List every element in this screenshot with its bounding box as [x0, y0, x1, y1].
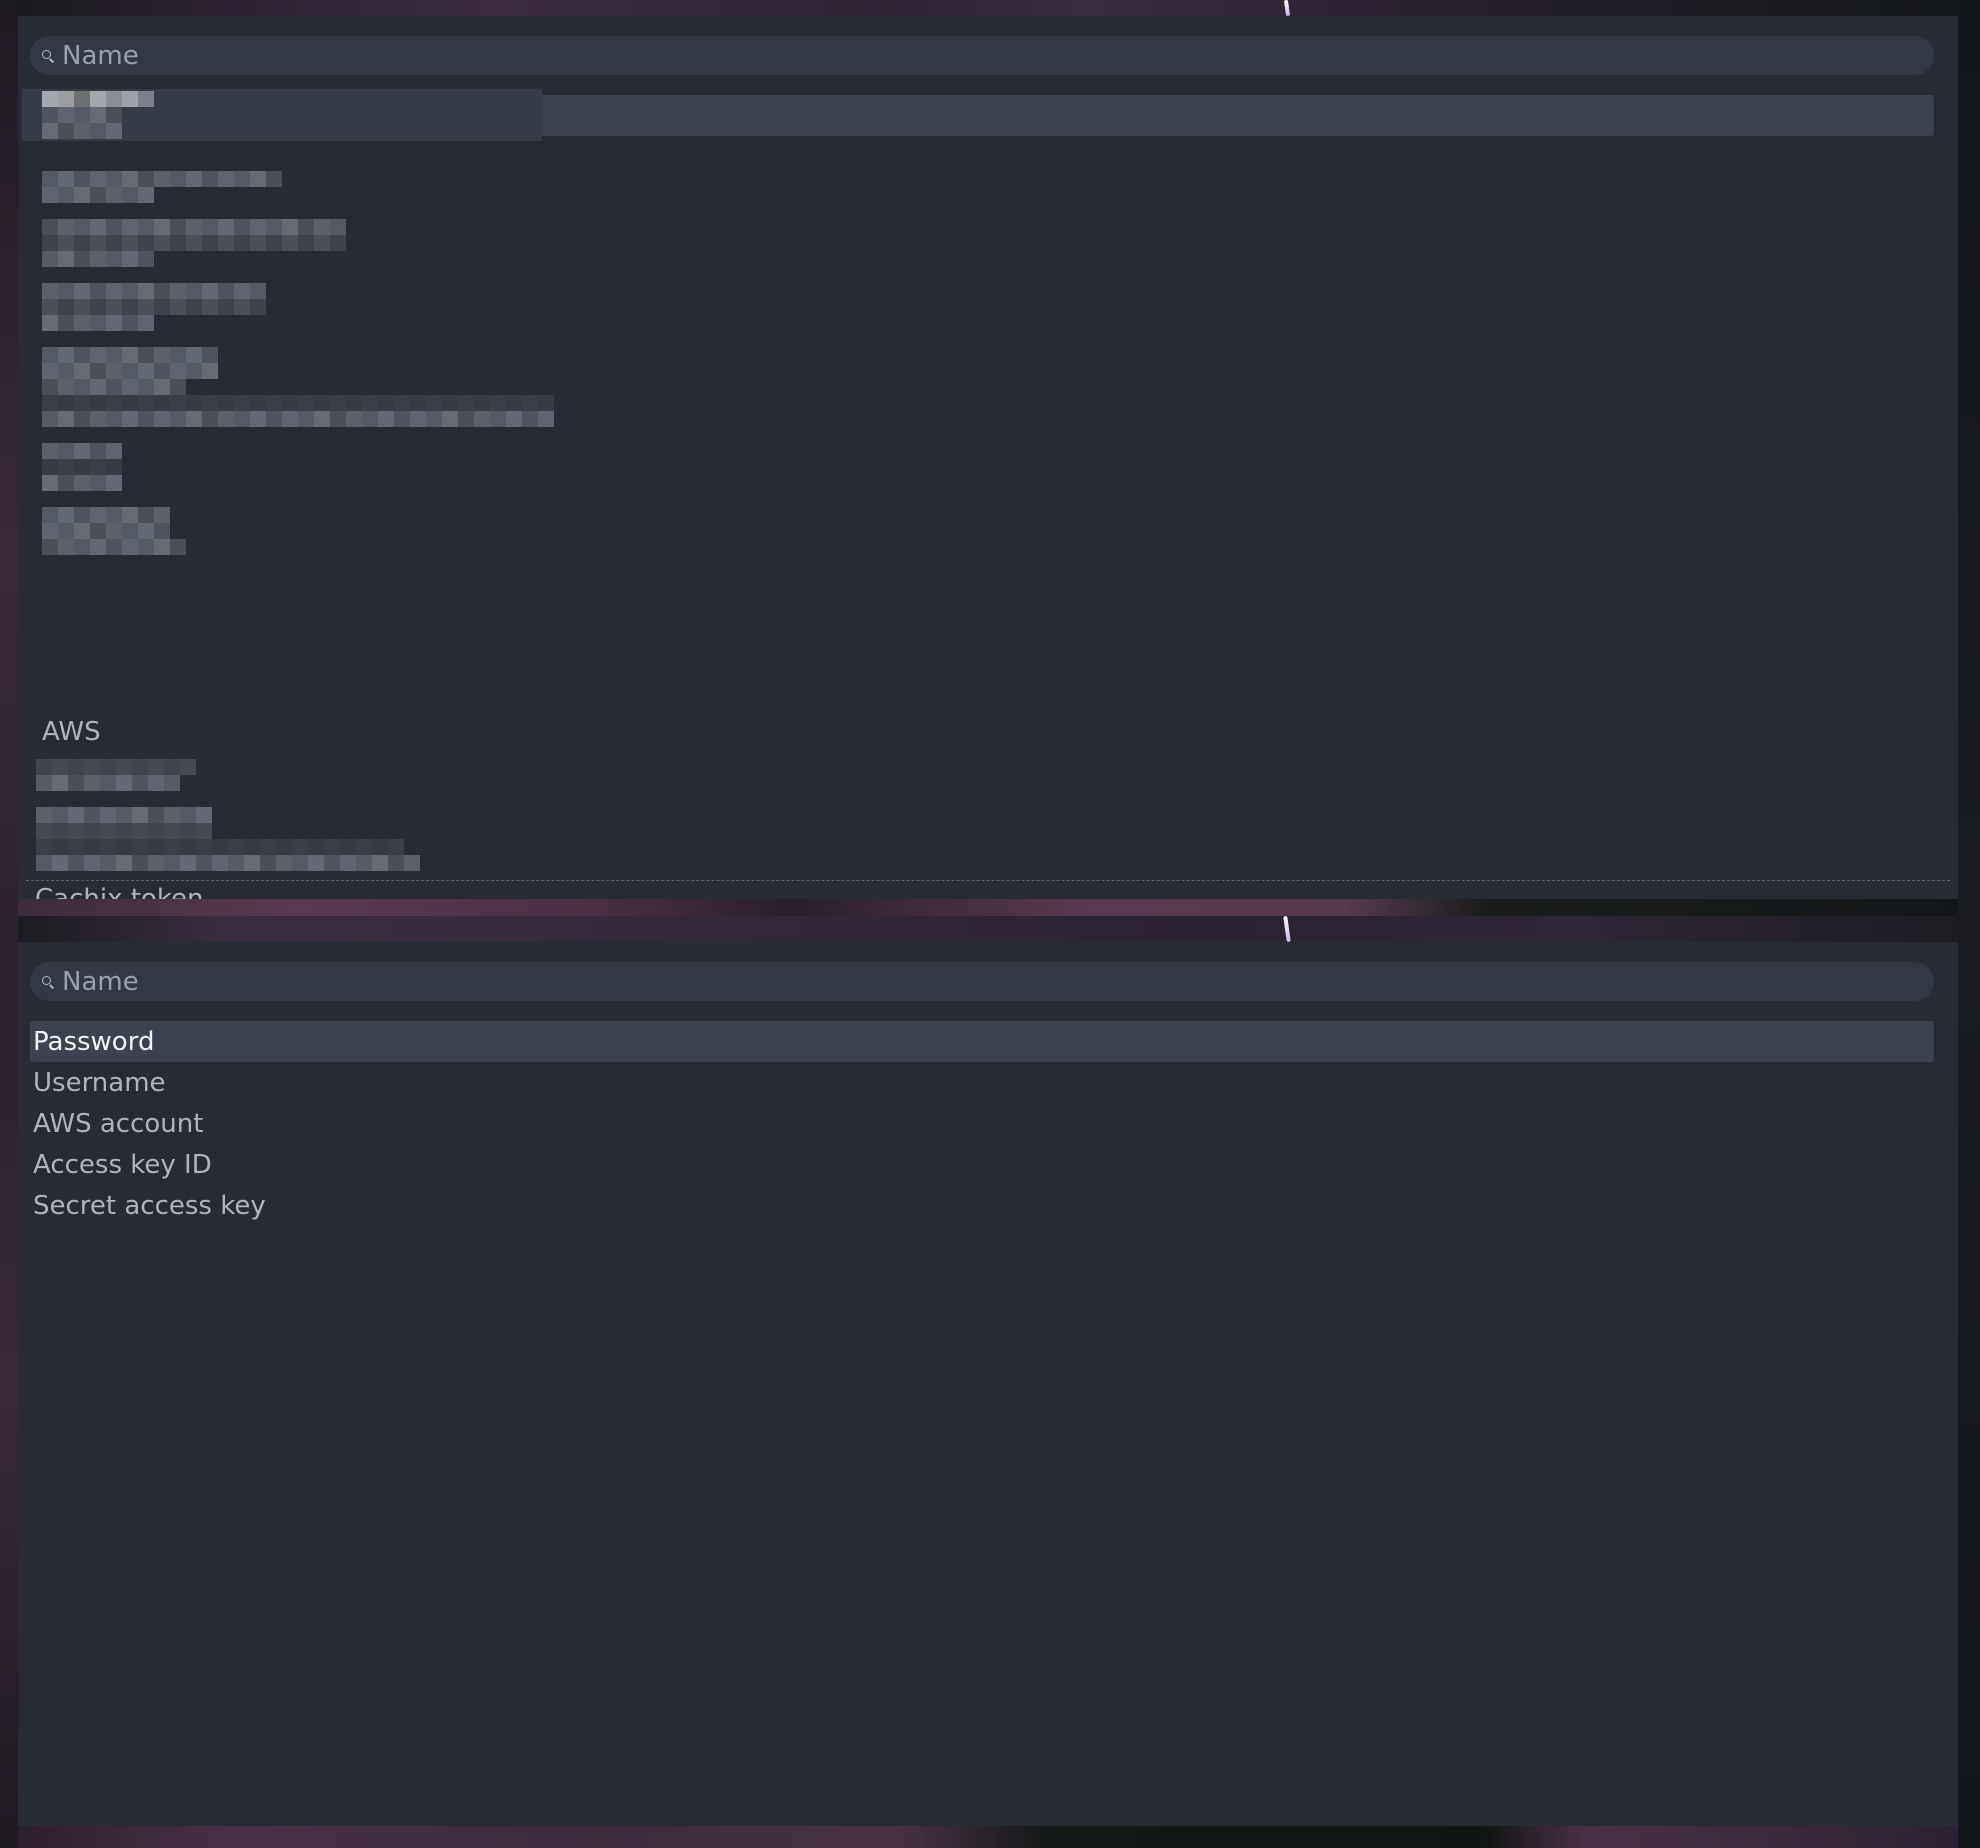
redacted-text-block: [42, 523, 170, 539]
redacted-text-block: [42, 539, 186, 555]
list-item-aws[interactable]: AWS: [42, 711, 101, 752]
search-icon: [40, 973, 58, 991]
redacted-text-block: [42, 91, 154, 107]
redacted-text-block: [42, 395, 554, 411]
list-item-clipped[interactable]: Cachix token: [35, 873, 203, 899]
redacted-text-block: [42, 411, 554, 427]
redacted-text-block: [36, 807, 212, 823]
list-scroll-boundary: [26, 880, 1950, 881]
redacted-text-block: [36, 855, 420, 871]
redacted-text-block: [42, 347, 218, 363]
search-icon: [40, 47, 58, 65]
wallpaper-gap: [0, 899, 1980, 916]
redacted-text-block: [42, 507, 170, 523]
redacted-text-block: [42, 187, 154, 203]
wallpaper-right: [1958, 0, 1980, 1848]
search-input[interactable]: [62, 962, 1862, 1001]
field-list: Password Username AWS account Access key…: [30, 1021, 1934, 1226]
redacted-text-block: [36, 759, 196, 775]
redacted-text-block: [36, 839, 404, 855]
search-bar[interactable]: [30, 36, 1934, 75]
redacted-text-block: [42, 219, 346, 235]
search-bar[interactable]: [30, 962, 1934, 1001]
wallpaper-top: [0, 0, 1980, 16]
list-item-password[interactable]: Password: [30, 1021, 1934, 1062]
list-item-secret-access-key[interactable]: Secret access key: [30, 1185, 1934, 1226]
redacted-text-block: [36, 823, 212, 839]
wallpaper-bottom: [0, 1826, 1980, 1848]
redacted-text-block: [42, 363, 218, 379]
launcher-panel-fields: Password Username AWS account Access key…: [18, 942, 1958, 1826]
redacted-text-block: [42, 443, 122, 459]
list-item-aws-account[interactable]: AWS account: [30, 1103, 1934, 1144]
redacted-text-block: [42, 315, 154, 331]
launcher-panel-entries: AWS Cachix token: [18, 16, 1958, 899]
redacted-text-block: [42, 379, 186, 395]
list-item-access-key-id[interactable]: Access key ID: [30, 1144, 1934, 1185]
redacted-text-block: [42, 171, 282, 187]
wallpaper-left: [0, 0, 18, 1848]
wallpaper-gap: [0, 916, 1980, 942]
redacted-text-block: [42, 475, 122, 491]
redacted-text-block: [42, 251, 154, 267]
list-item-username[interactable]: Username: [30, 1062, 1934, 1103]
redacted-text-block: [42, 283, 266, 299]
redacted-text-block: [42, 459, 122, 475]
redacted-text-block: [42, 107, 122, 123]
redacted-text-block: [42, 123, 122, 139]
redacted-text-block: [42, 235, 346, 251]
search-input[interactable]: [62, 36, 1862, 75]
redacted-text-block: [42, 299, 266, 315]
redacted-text-block: [36, 775, 180, 791]
